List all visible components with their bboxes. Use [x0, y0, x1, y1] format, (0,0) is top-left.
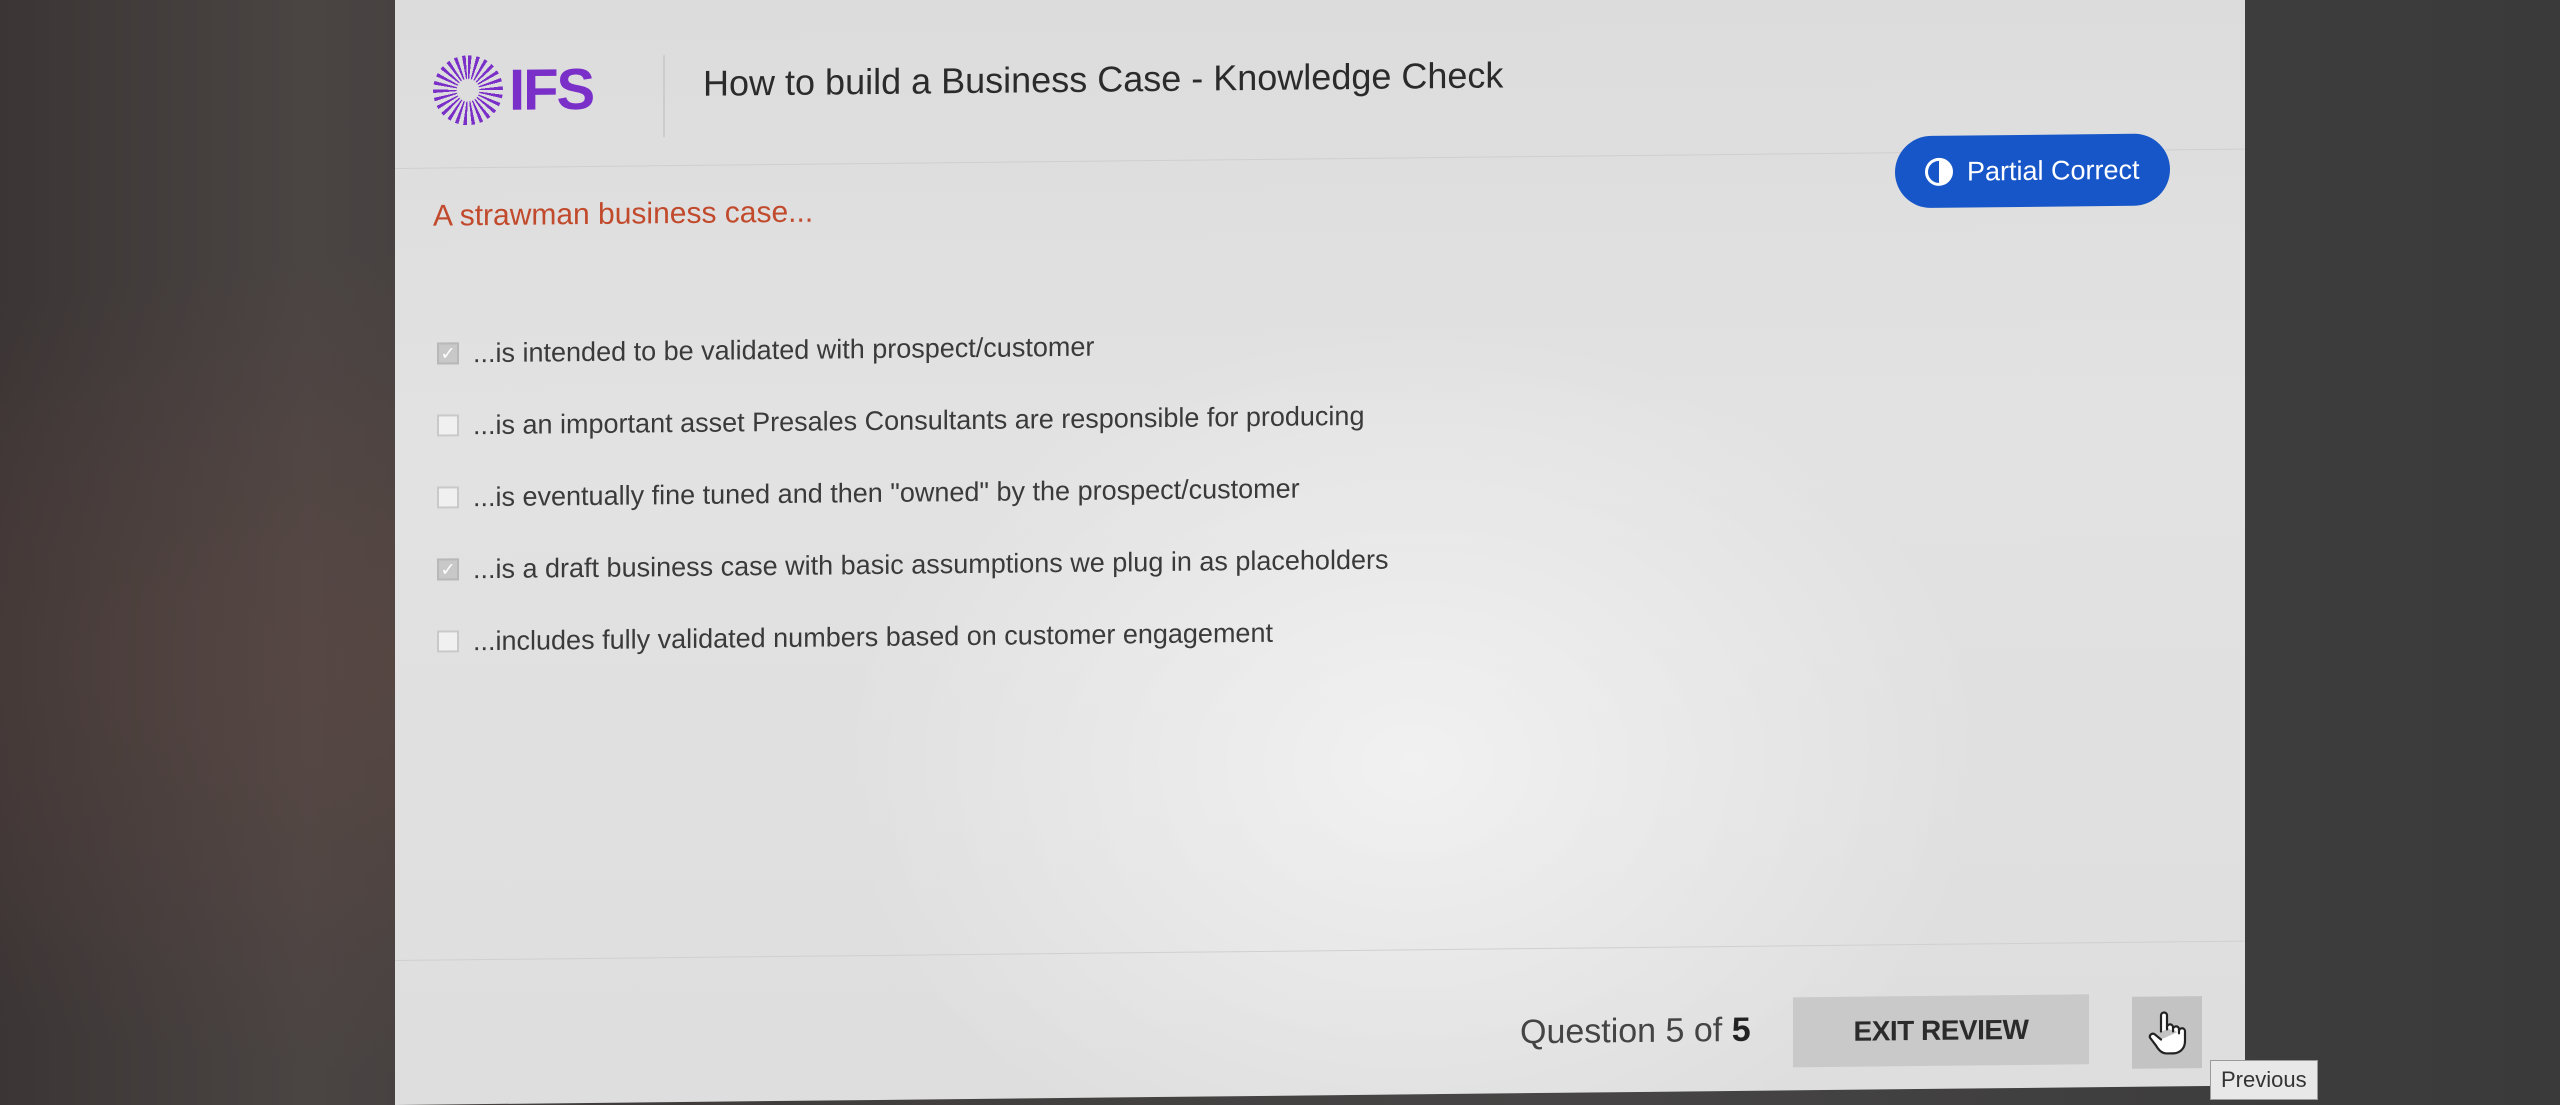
question-progress: Question 5 of 5 [1520, 1011, 1751, 1052]
hand-pointer-icon [2148, 1011, 2187, 1055]
checkbox-checked[interactable]: ✓ [437, 342, 459, 365]
answer-option[interactable]: ✓ ...is a draft business case with basic… [437, 524, 1388, 606]
checkbox-checked[interactable]: ✓ [437, 558, 459, 581]
answer-option-label: ...is intended to be validated with pros… [473, 331, 1095, 368]
ifs-logo-icon [433, 54, 503, 126]
header-divider [663, 55, 665, 138]
question-text: A strawman business case... [433, 195, 814, 233]
previous-tooltip: Previous [2210, 1060, 2318, 1100]
logo-text: IFS [509, 56, 594, 123]
answer-option[interactable]: ...is an important asset Presales Consul… [437, 380, 1388, 462]
answer-option[interactable]: ...is eventually fine tuned and then "ow… [437, 452, 1388, 534]
progress-total: 5 [1731, 1010, 1751, 1050]
checkbox-unchecked[interactable] [437, 630, 459, 653]
footer-divider [395, 940, 2245, 961]
quiz-review-panel: IFS How to build a Business Case - Knowl… [395, 0, 2245, 1105]
answer-options: ✓ ...is intended to be validated with pr… [437, 308, 1388, 678]
answer-option[interactable]: ✓ ...is intended to be validated with pr… [437, 308, 1388, 390]
progress-prefix: Question 5 of [1520, 1011, 1732, 1052]
checkbox-unchecked[interactable] [437, 414, 459, 437]
status-badge-label: Partial Correct [1967, 154, 2140, 187]
answer-option-label: ...is an important asset Presales Consul… [473, 400, 1365, 440]
answer-option[interactable]: ...includes fully validated numbers base… [437, 596, 1388, 678]
ifs-logo: IFS [433, 54, 593, 126]
page-title: How to build a Business Case - Knowledge… [703, 54, 1504, 104]
answer-option-label: ...includes fully validated numbers base… [473, 617, 1273, 656]
checkbox-unchecked[interactable] [437, 486, 459, 509]
half-circle-icon [1925, 157, 1953, 186]
status-badge: Partial Correct [1895, 133, 2170, 209]
answer-option-label: ...is a draft business case with basic a… [473, 544, 1389, 584]
exit-review-button[interactable]: EXIT REVIEW [1793, 994, 2089, 1068]
answer-option-label: ...is eventually fine tuned and then "ow… [473, 473, 1300, 512]
previous-button[interactable] [2132, 996, 2202, 1069]
